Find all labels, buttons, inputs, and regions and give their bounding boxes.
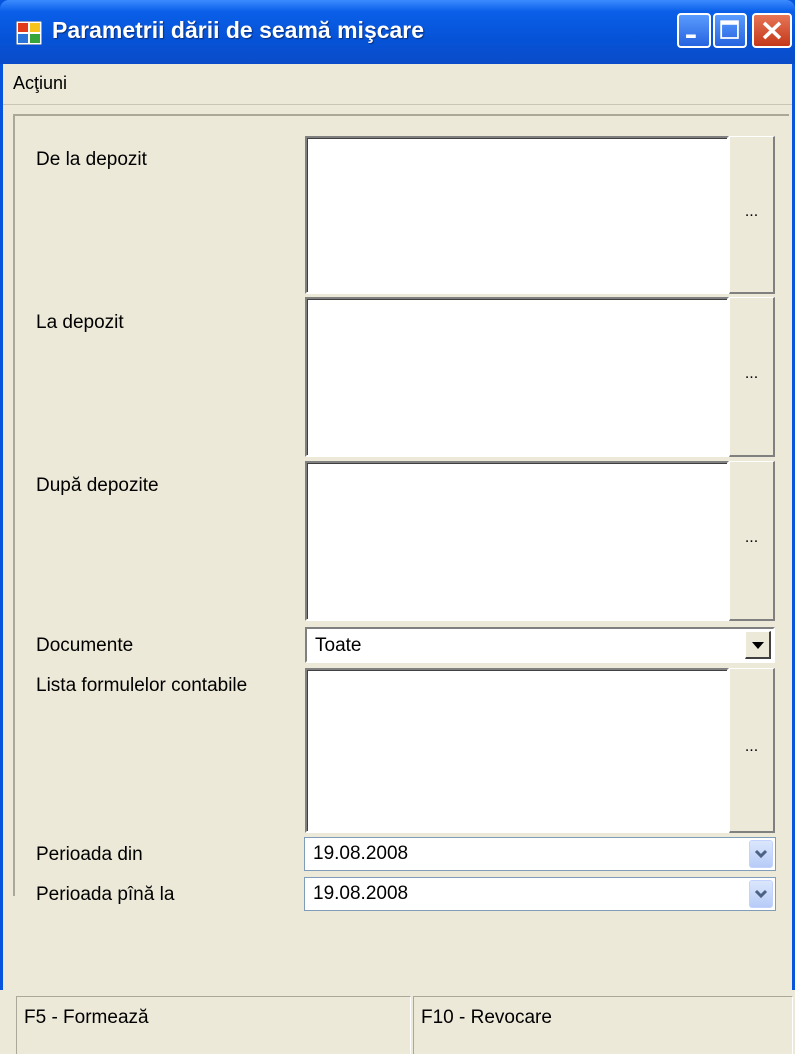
documents-selected-value: Toate	[315, 635, 362, 656]
chevron-down-icon	[754, 889, 768, 899]
minimize-icon	[686, 34, 696, 38]
formulas-list[interactable]	[305, 668, 729, 833]
minimize-button[interactable]	[677, 13, 711, 48]
menu-actions[interactable]: Acţiuni	[13, 73, 67, 94]
app-icon	[16, 21, 42, 45]
browse-label: ...	[744, 738, 759, 755]
by-warehouses-label: După depozite	[36, 475, 159, 496]
period-to-datepicker[interactable]: 19.08.2008	[304, 877, 776, 911]
formulas-browse-button[interactable]: ...	[729, 668, 775, 833]
by-warehouses-list[interactable]	[305, 461, 729, 621]
chevron-down-icon	[754, 849, 768, 859]
status-f10-cancel: F10 - Revocare	[413, 996, 793, 1054]
browse-label: ...	[744, 364, 759, 382]
close-button[interactable]	[752, 13, 792, 48]
browse-label: ...	[744, 528, 759, 546]
documents-label: Documente	[36, 635, 134, 656]
client-area: Acţiuni De la depozit ... La depozit ...…	[3, 64, 793, 1054]
period-from-dropdown-button[interactable]	[749, 840, 773, 868]
chevron-down-icon	[752, 642, 764, 649]
documents-select[interactable]: Toate	[305, 627, 775, 663]
documents-dropdown-button[interactable]	[745, 631, 771, 659]
period-to-label: Perioada pînă la	[36, 884, 175, 905]
menu-bar: Acţiuni	[3, 64, 792, 105]
status-f5-generate: F5 - Formează	[16, 996, 411, 1054]
by-warehouses-browse-button[interactable]: ...	[729, 461, 775, 621]
formulas-label: Lista formulelor contabile	[36, 675, 248, 696]
from-warehouse-label: De la depozit	[36, 149, 147, 170]
period-to-dropdown-button[interactable]	[749, 880, 773, 908]
to-warehouse-list[interactable]	[305, 297, 729, 457]
close-icon	[762, 21, 782, 40]
from-warehouse-browse-button[interactable]: ...	[729, 136, 775, 294]
maximize-icon	[720, 20, 739, 39]
dialog-window: Parametrii dării de seamă mişcare Acţiun…	[0, 0, 795, 1054]
period-from-label: Perioada din	[36, 844, 143, 865]
period-to-value: 19.08.2008	[313, 883, 409, 904]
to-warehouse-label: La depozit	[36, 312, 124, 333]
to-warehouse-browse-button[interactable]: ...	[729, 297, 775, 457]
maximize-button[interactable]	[713, 13, 747, 48]
title-bar[interactable]: Parametrii dării de seamă mişcare	[0, 0, 795, 64]
window-title: Parametrii dării de seamă mişcare	[52, 17, 425, 43]
from-warehouse-list[interactable]	[305, 136, 729, 294]
browse-label: ...	[744, 202, 759, 220]
period-from-value: 19.08.2008	[313, 843, 409, 864]
period-from-datepicker[interactable]: 19.08.2008	[304, 837, 776, 871]
status-bar: F5 - Formează F10 - Revocare	[3, 989, 793, 1054]
